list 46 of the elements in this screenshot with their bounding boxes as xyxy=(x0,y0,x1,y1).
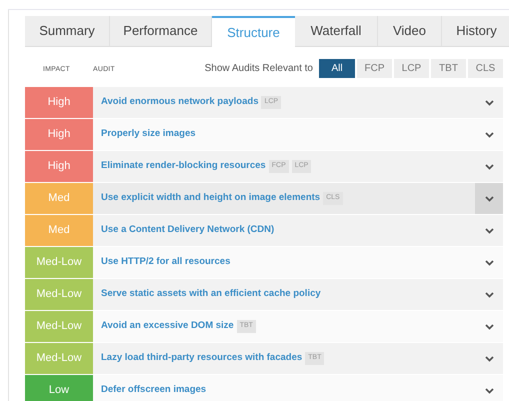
chevron-down-icon xyxy=(484,260,494,266)
impact-badge: High xyxy=(25,119,93,150)
audit-title[interactable]: Lazy load third-party resources with facades xyxy=(101,351,302,366)
audit-title[interactable]: Use HTTP/2 for all resources xyxy=(101,255,230,270)
filter-button[interactable]: CLS xyxy=(468,59,503,78)
audit-title[interactable]: Properly size images xyxy=(101,127,196,142)
filter-button[interactable]: All xyxy=(319,59,355,78)
audit-row[interactable]: High Properly size images xyxy=(25,119,503,150)
chevron-down-icon xyxy=(484,132,494,138)
filter-label: Show Audits Relevant to xyxy=(204,62,313,76)
audit-title[interactable]: Use explicit width and height on image elements xyxy=(101,191,320,206)
audit-row[interactable]: Med-Low Serve static assets with an efficient cache policy xyxy=(25,279,503,310)
chevron-down-icon xyxy=(484,164,494,170)
impact-badge: High xyxy=(25,87,93,118)
chevron-down-icon xyxy=(484,356,494,362)
impact-badge: High xyxy=(25,151,93,182)
impact-badge: Med xyxy=(25,215,93,246)
tab[interactable]: Waterfall xyxy=(295,16,378,47)
chevron-down-icon xyxy=(484,100,494,106)
audit-row[interactable]: Low Defer offscreen images xyxy=(25,375,503,401)
impact-badge: Med xyxy=(25,183,93,214)
audit-title[interactable]: Use a Content Delivery Network (CDN) xyxy=(101,223,274,238)
audit-title[interactable]: Defer offscreen images xyxy=(101,383,206,398)
tab[interactable]: History xyxy=(442,16,509,47)
chevron-down-icon xyxy=(484,324,494,330)
chevron-down-icon xyxy=(484,196,494,202)
audit-title[interactable]: Eliminate render-blocking resources xyxy=(101,159,266,174)
tab[interactable]: Video xyxy=(378,16,442,47)
impact-badge: Med-Low xyxy=(25,311,93,342)
audit-row[interactable]: Med Use a Content Delivery Network (CDN) xyxy=(25,215,503,246)
impact-badge: Low xyxy=(25,375,93,401)
tab[interactable]: Summary xyxy=(25,16,110,47)
filter-button[interactable]: TBT xyxy=(431,59,466,78)
filter-button[interactable]: LCP xyxy=(394,59,429,78)
filter-button[interactable]: FCP xyxy=(357,59,392,78)
chevron-down-icon xyxy=(484,228,494,234)
chevron-down-icon xyxy=(484,388,494,394)
tab[interactable]: Performance xyxy=(110,16,212,47)
audit-row[interactable]: Med-Low Use HTTP/2 for all resources xyxy=(25,247,503,278)
audit-title[interactable]: Avoid an excessive DOM size xyxy=(101,319,234,334)
impact-badge: Med-Low xyxy=(25,247,93,278)
audit-title[interactable]: Serve static assets with an efficient cache policy xyxy=(101,287,321,302)
chevron-down-icon xyxy=(484,292,494,298)
impact-badge: Med-Low xyxy=(25,343,93,374)
impact-badge: Med-Low xyxy=(25,279,93,310)
audit-title[interactable]: Avoid enormous network payloads xyxy=(101,95,258,110)
